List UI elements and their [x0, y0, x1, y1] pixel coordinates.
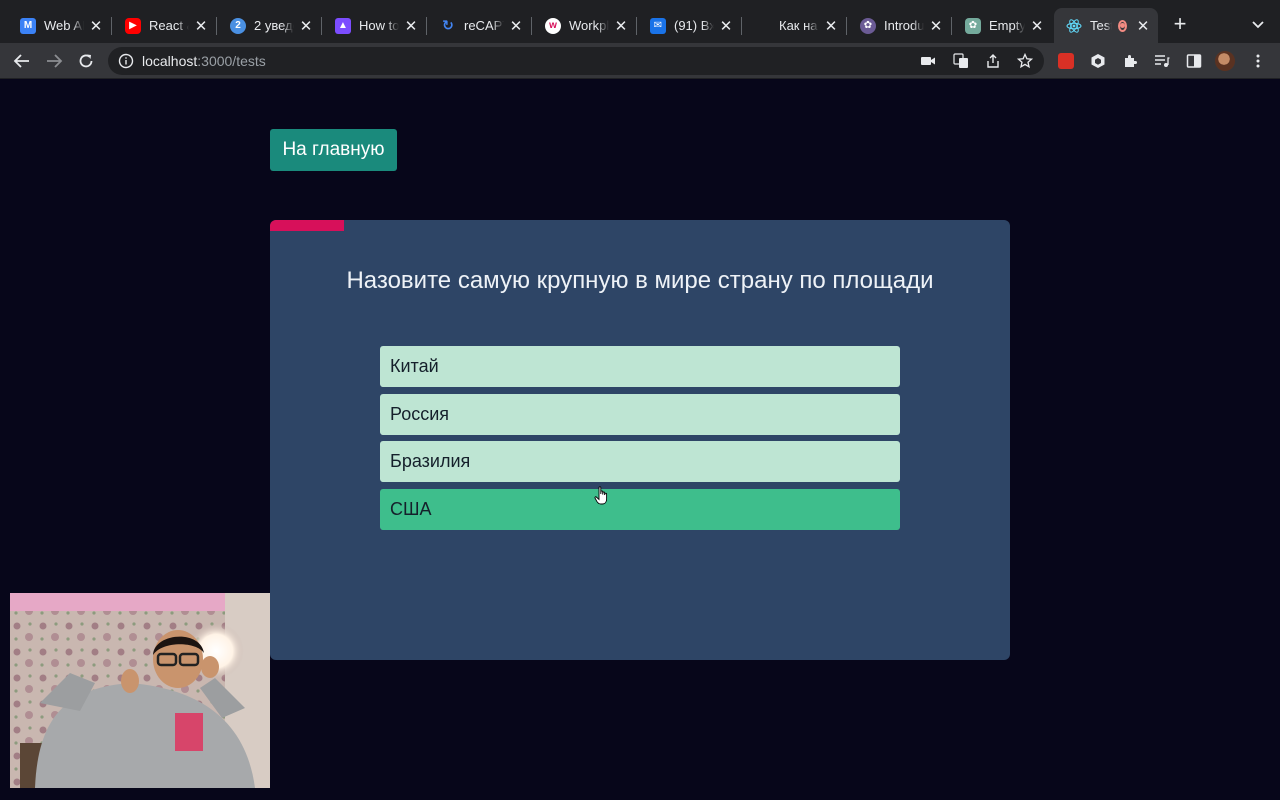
close-icon[interactable]: ✕: [718, 18, 734, 35]
close-icon[interactable]: ✕: [298, 18, 314, 35]
chatgpt-icon: ✿: [965, 17, 981, 34]
new-tab-button[interactable]: +: [1169, 13, 1191, 35]
tab-title: (91) Входящие: [674, 18, 714, 33]
react-icon: [1066, 18, 1082, 34]
tab-empty[interactable]: ✿ Empty ✕: [953, 8, 1053, 43]
question-text: Назовите самую крупную в мире страну по …: [346, 267, 934, 294]
bookmark-star-icon[interactable]: [1017, 53, 1033, 69]
tab-title: Web API: [44, 18, 84, 33]
answer-option-usa[interactable]: США: [380, 488, 900, 530]
tab-notifications[interactable]: 2 2 уведомления ✕: [218, 8, 322, 43]
close-icon[interactable]: ✕: [508, 18, 524, 35]
mail-icon: ✉: [650, 17, 666, 34]
tab-title: How to: [359, 18, 399, 33]
address-url: localhost:3000/tests: [142, 53, 266, 69]
openai-icon: ✿: [860, 17, 876, 34]
tab-kak-na[interactable]: Как на ✕: [743, 8, 847, 43]
extension-red-icon[interactable]: [1056, 51, 1076, 71]
webcam-overlay: [10, 593, 270, 788]
close-icon[interactable]: ✕: [613, 18, 629, 35]
youtube-icon: ▶: [125, 17, 141, 34]
answer-option-russia[interactable]: Россия: [380, 393, 900, 435]
quiz-card: Назовите самую крупную в мире страну по …: [270, 220, 1010, 660]
tab-web-api[interactable]: M Web API ✕: [8, 8, 112, 43]
close-icon[interactable]: ✕: [403, 18, 419, 35]
url-path: :3000/tests: [197, 53, 266, 69]
close-icon[interactable]: ✕: [823, 18, 839, 35]
tab-title: React & ...: [149, 18, 189, 33]
media-playlist-icon[interactable]: [1152, 51, 1172, 71]
more-menu-icon[interactable]: [1248, 51, 1268, 71]
recording-icon: [1118, 19, 1127, 32]
profile-avatar[interactable]: [1215, 51, 1235, 71]
tab-search-chevron-icon[interactable]: [1249, 15, 1267, 33]
tab-introduction[interactable]: ✿ Introduction ✕: [848, 8, 952, 43]
notification-icon: 2: [230, 17, 246, 34]
answer-option-brazil[interactable]: Бразилия: [380, 441, 900, 482]
tab-title: Tests: [1090, 18, 1112, 33]
browser-toolbar: localhost:3000/tests: [0, 43, 1280, 79]
rocket-icon: ▲: [335, 17, 351, 34]
answer-list: Китай Россия Бразилия США: [380, 346, 900, 536]
tab-mail[interactable]: ✉ (91) Входящие ✕: [638, 8, 742, 43]
close-icon[interactable]: ✕: [928, 18, 944, 35]
answer-option-china[interactable]: Китай: [380, 346, 900, 387]
tab-tests-active[interactable]: Tests ✕: [1054, 8, 1158, 43]
recaptcha-icon: ↻: [442, 17, 454, 33]
camera-icon[interactable]: [920, 53, 936, 69]
page-viewport: На главную Назовите самую крупную в мире…: [0, 80, 1280, 800]
url-host: localhost: [142, 53, 198, 69]
tab-workplace[interactable]: w Workplace ✕: [533, 8, 637, 43]
home-button[interactable]: На главную: [270, 129, 397, 171]
tab-title: Как на: [779, 18, 818, 33]
tab-title: 2 уведомления: [254, 18, 294, 33]
forward-arrow-icon[interactable]: [42, 49, 66, 73]
hand-cursor-icon: [594, 486, 610, 506]
close-icon[interactable]: ✕: [88, 18, 104, 35]
tab-recaptcha[interactable]: ↻ reCAPTCHA ✕: [428, 8, 532, 43]
tab-title: reCAPTCHA: [464, 18, 504, 33]
tab-title: Empty: [989, 18, 1025, 33]
browser-tab-strip: M Web API ✕ ▶ React & ... ✕ 2 2 уведомле…: [0, 0, 1280, 43]
extension-cube-icon[interactable]: [1088, 51, 1108, 71]
close-icon[interactable]: ✕: [193, 18, 209, 35]
side-panel-icon[interactable]: [1184, 51, 1204, 71]
close-icon[interactable]: ✕: [1135, 18, 1151, 35]
close-icon[interactable]: ✕: [1029, 18, 1045, 35]
tab-react[interactable]: ▶ React & ... ✕: [113, 8, 217, 43]
tab-title: Workplace: [569, 18, 609, 33]
workplace-icon: w: [545, 17, 561, 34]
tab-title: Introduction: [884, 18, 924, 33]
translate-icon[interactable]: [953, 53, 969, 69]
back-arrow-icon[interactable]: [10, 49, 34, 73]
extensions-puzzle-icon[interactable]: [1120, 51, 1140, 71]
reload-icon[interactable]: [74, 49, 98, 73]
quiz-progress-bar: [270, 220, 344, 231]
share-icon[interactable]: [985, 53, 1001, 69]
webcam-video-frame: [10, 593, 270, 788]
webapi-icon: M: [20, 17, 36, 34]
blank-icon: [755, 18, 771, 34]
tab-how-to[interactable]: ▲ How to ✕: [323, 8, 427, 43]
info-icon[interactable]: [118, 53, 134, 69]
address-bar[interactable]: localhost:3000/tests: [108, 47, 1044, 75]
